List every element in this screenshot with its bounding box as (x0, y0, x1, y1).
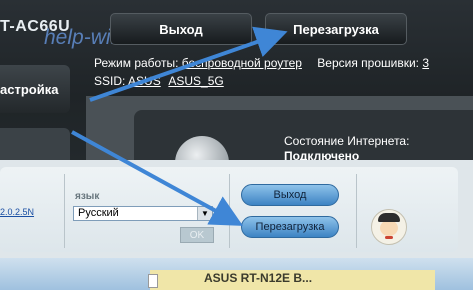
mode-label: Режим работы: (94, 56, 179, 70)
language-selected: Русский (78, 207, 119, 219)
sidebar-item-label: астройка (0, 81, 59, 97)
ok-button[interactable]: OK (180, 227, 214, 243)
divider (229, 174, 230, 248)
sidebar-item[interactable] (0, 128, 70, 160)
reboot-button[interactable]: Перезагрузка (265, 13, 407, 45)
firmware-version-link[interactable]: 2.0.2.5N (0, 207, 34, 217)
language-select[interactable]: Русский ▼ (73, 206, 213, 221)
info-bar: Режим работы: беспроводной роутер Версия… (94, 56, 429, 70)
ssid-label: SSID: (94, 74, 126, 88)
logout-pill-button[interactable]: Выход (241, 184, 339, 206)
internet-status-label: Состояние Интернета: (284, 134, 410, 148)
ssid-link-5g[interactable]: ASUS_5G (168, 74, 223, 88)
model-banner-text: ASUS RT-N12E B... (204, 271, 313, 285)
firmware-link[interactable]: 3 (422, 56, 429, 70)
router-icon (148, 274, 158, 288)
divider (64, 174, 65, 248)
assistant-avatar-icon[interactable] (371, 209, 407, 245)
avatar-face (380, 220, 398, 236)
sidebar-item-setup[interactable]: астройка (0, 65, 70, 113)
avatar-hat (378, 213, 400, 222)
chevron-down-icon[interactable]: ▼ (197, 207, 212, 220)
divider (356, 174, 357, 248)
avatar-mouth (385, 236, 393, 239)
logout-button[interactable]: Выход (110, 13, 252, 45)
ssid-link-24[interactable]: ASUS (128, 74, 161, 88)
language-label: язык (75, 191, 100, 202)
reboot-pill-button[interactable]: Перезагрузка (241, 216, 339, 238)
ssid-row: SSID: ASUS ASUS_5G (94, 74, 229, 88)
mode-link[interactable]: беспроводной роутер (182, 56, 302, 70)
firmware-label: Версия прошивки: (317, 56, 420, 70)
